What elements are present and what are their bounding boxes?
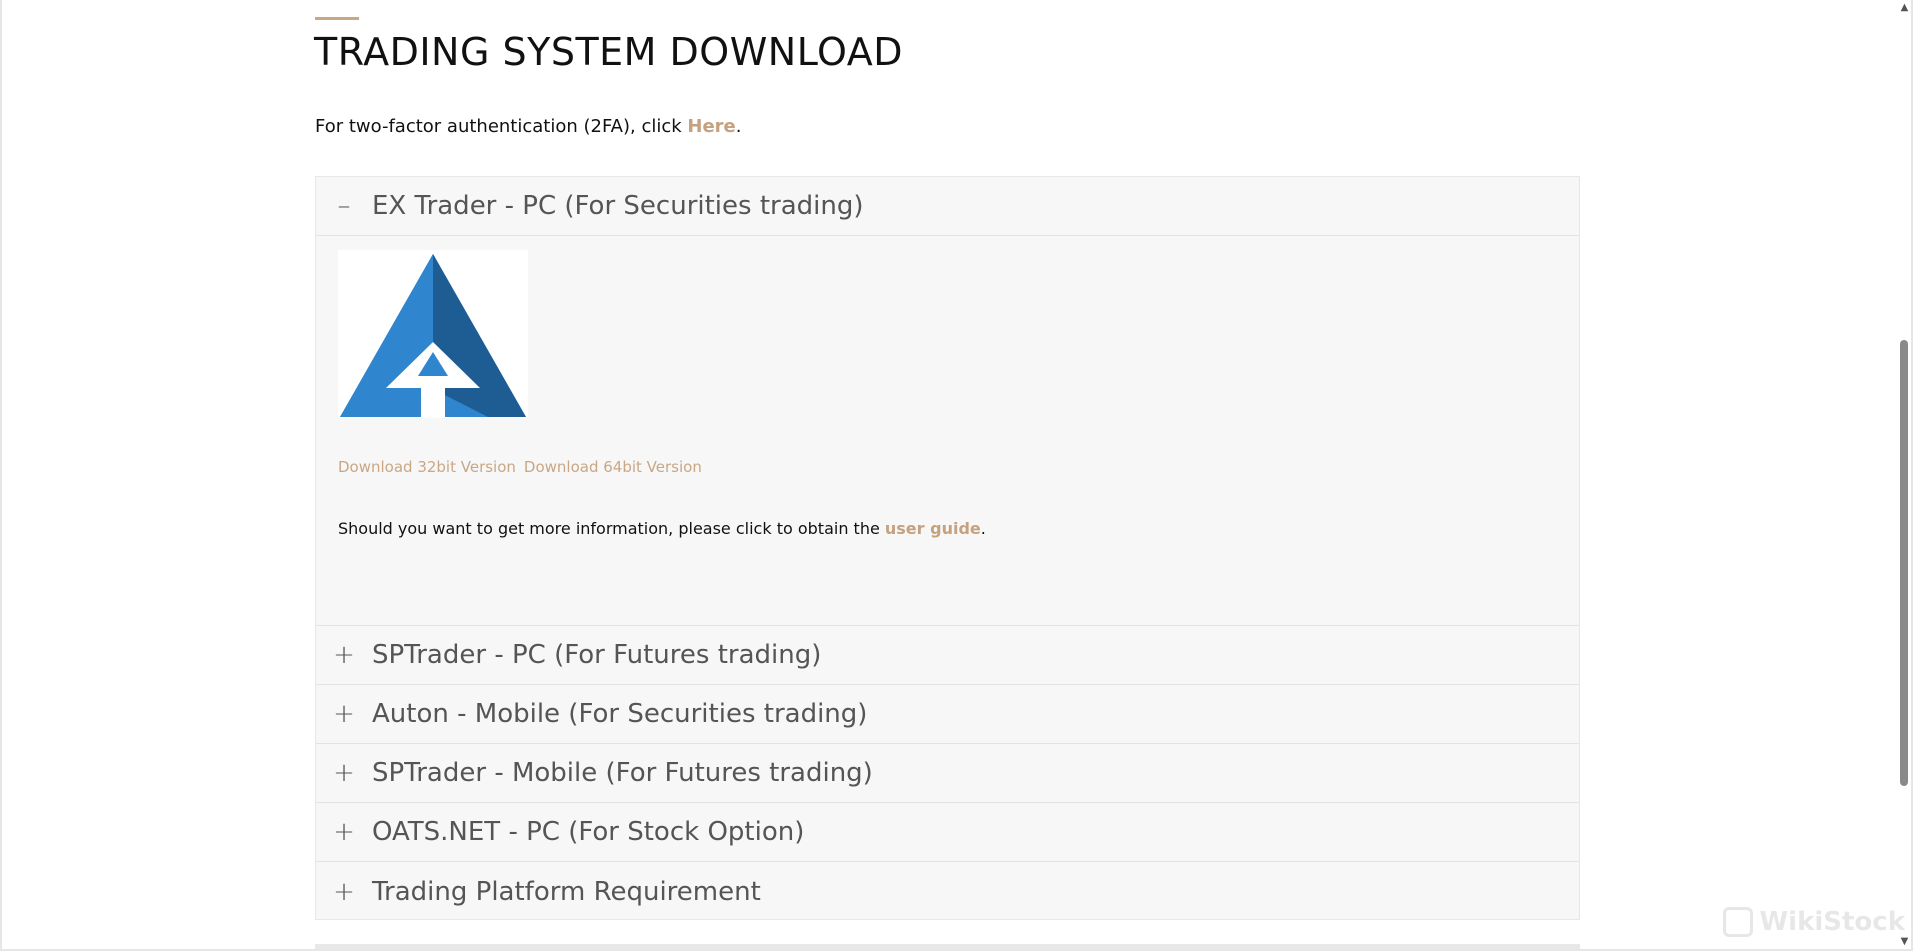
wikistock-logo-icon	[1723, 907, 1754, 937]
accordion-header-auton-mobile[interactable]: + Auton - Mobile (For Securities trading…	[316, 685, 1579, 744]
twofa-here-link[interactable]: Here	[687, 116, 735, 137]
expand-icon: +	[333, 640, 355, 670]
expand-icon: +	[333, 758, 355, 788]
accordion-item-platform-requirement: + Trading Platform Requirement	[316, 862, 1579, 921]
accordion-header-platform-requirement[interactable]: + Trading Platform Requirement	[316, 862, 1579, 921]
scrollbar-thumb[interactable]	[1900, 340, 1908, 786]
accordion-header-sptrader-mobile[interactable]: + SPTrader - Mobile (For Futures trading…	[316, 744, 1579, 803]
triangle-down-icon[interactable]: ▼	[1899, 936, 1910, 947]
accordion-item-sptrader-mobile: + SPTrader - Mobile (For Futures trading…	[316, 744, 1579, 803]
twofa-intro-text: For two-factor authentication (2FA), cli…	[315, 116, 688, 137]
triangle-up-icon[interactable]: ▲	[1899, 2, 1910, 13]
watermark: WikiStock	[1723, 907, 1905, 937]
download-32bit-link[interactable]: Download 32bit Version	[338, 458, 516, 476]
user-guide-suffix: .	[980, 519, 986, 538]
expand-icon: +	[333, 817, 355, 847]
twofa-intro: For two-factor authentication (2FA), cli…	[315, 116, 742, 137]
download-64bit-link[interactable]: Download 64bit Version	[524, 458, 702, 476]
download-links: Download 32bit Version Download 64bit Ver…	[338, 458, 710, 476]
accordion-header-sptrader-pc[interactable]: + SPTrader - PC (For Futures trading)	[316, 626, 1579, 685]
accordion-item-auton-mobile: + Auton - Mobile (For Securities trading…	[316, 685, 1579, 744]
accordion-body-ex-trader: Download 32bit Version Download 64bit Ver…	[316, 236, 1579, 626]
collapse-icon: –	[337, 191, 351, 221]
accordion-title: SPTrader - Mobile (For Futures trading)	[372, 758, 873, 788]
user-guide-text: Should you want to get more information,…	[338, 519, 885, 538]
accordion-title: Auton - Mobile (For Securities trading)	[372, 699, 868, 729]
twofa-intro-suffix: .	[735, 116, 742, 137]
accordion-title: SPTrader - PC (For Futures trading)	[372, 640, 822, 670]
expand-icon: +	[333, 699, 355, 729]
download-accordion: – EX Trader - PC (For Securities trading…	[315, 176, 1580, 920]
accordion-item-oats-net: + OATS.NET - PC (For Stock Option)	[316, 803, 1579, 862]
user-guide-link[interactable]: user guide	[885, 519, 981, 538]
section-divider	[315, 944, 1580, 949]
accordion-title: Trading Platform Requirement	[372, 876, 761, 907]
title-accent-line	[315, 17, 359, 20]
accordion-title: OATS.NET - PC (For Stock Option)	[372, 817, 805, 847]
user-guide-info: Should you want to get more information,…	[338, 519, 986, 538]
accordion-header-oats-net[interactable]: + OATS.NET - PC (For Stock Option)	[316, 803, 1579, 862]
watermark-text: WikiStock	[1759, 907, 1905, 937]
accordion-title: EX Trader - PC (For Securities trading)	[372, 191, 864, 221]
vertical-scrollbar[interactable]: ▲ ▼	[1898, 0, 1911, 951]
page-title: TRADING SYSTEM DOWNLOAD	[314, 30, 904, 74]
ex-trader-logo-icon	[338, 250, 528, 418]
accordion-item-sptrader-pc: + SPTrader - PC (For Futures trading)	[316, 626, 1579, 685]
accordion-header-ex-trader[interactable]: – EX Trader - PC (For Securities trading…	[316, 177, 1579, 236]
accordion-item-ex-trader: – EX Trader - PC (For Securities trading…	[316, 177, 1579, 626]
expand-icon: +	[333, 876, 355, 907]
